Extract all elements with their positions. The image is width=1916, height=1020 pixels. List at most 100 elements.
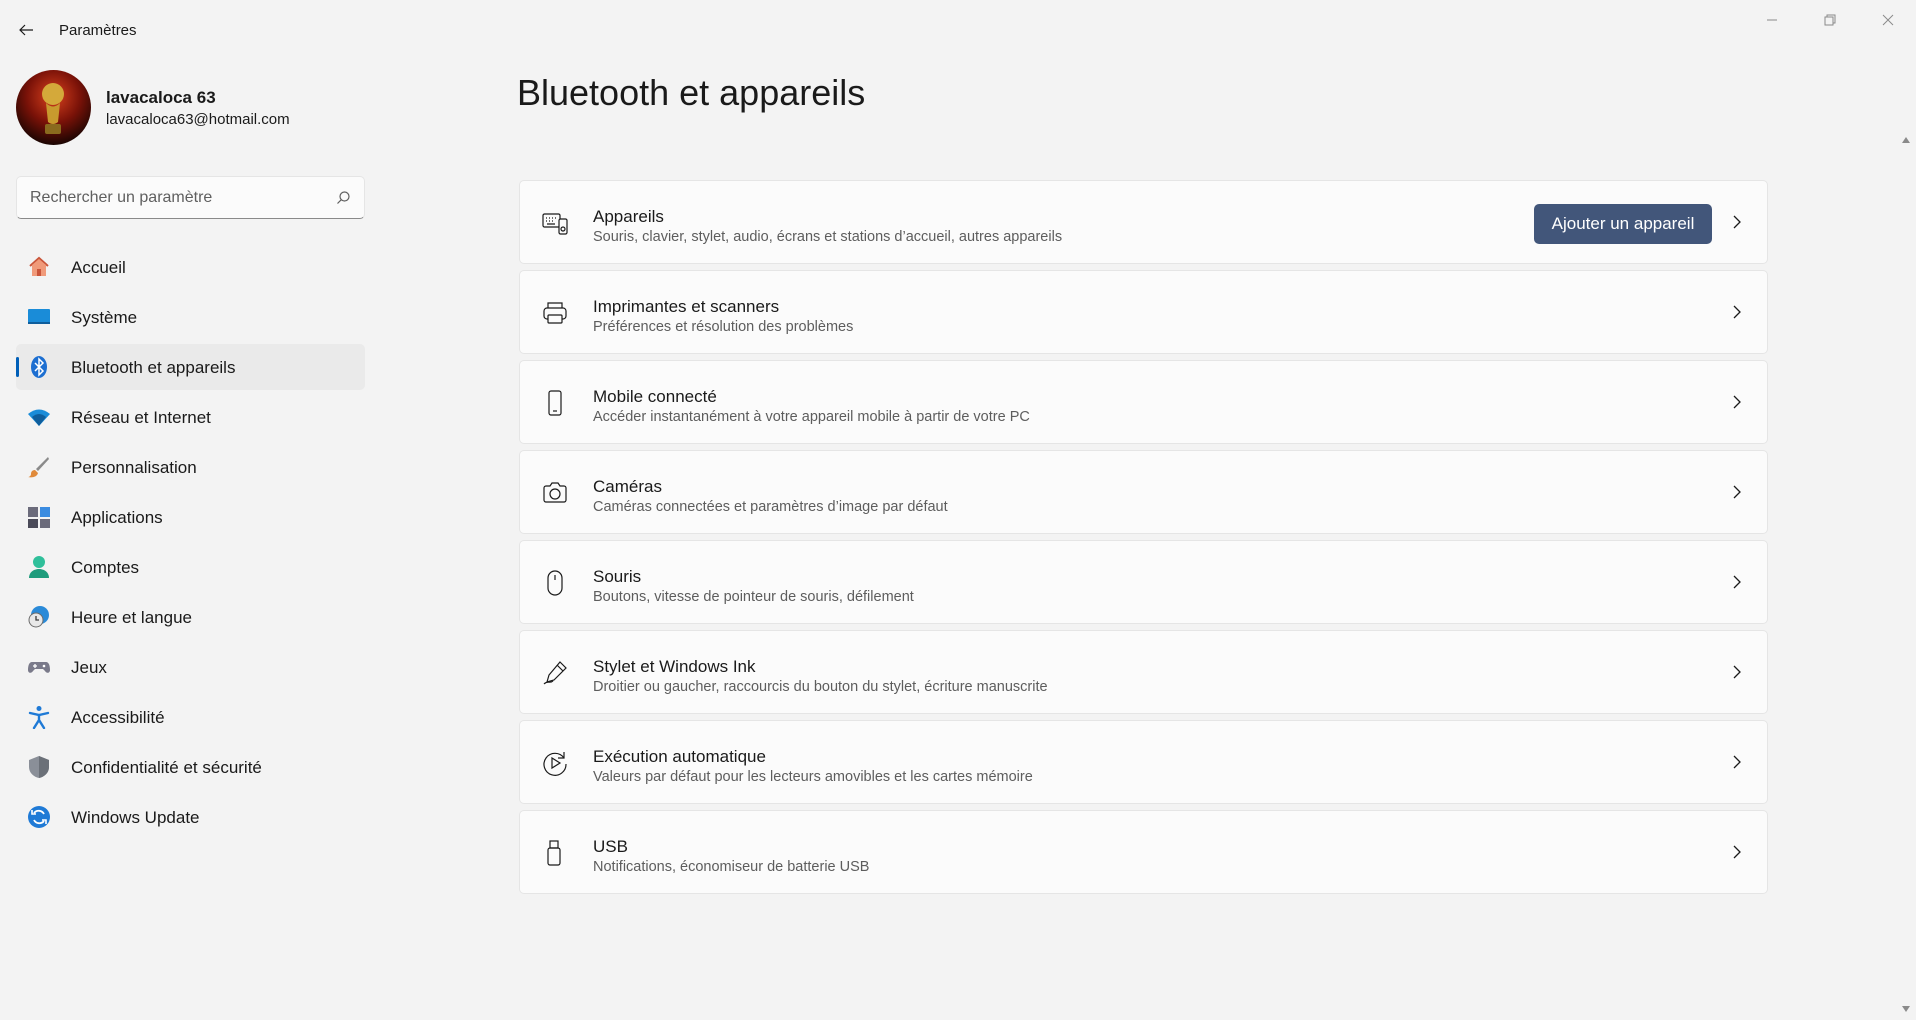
mouse-icon (542, 570, 568, 596)
card-appareils[interactable]: Appareils Souris, clavier, stylet, audio… (519, 180, 1768, 264)
settings-list: Appareils Souris, clavier, stylet, audio… (519, 180, 1768, 900)
accessibility-icon (27, 705, 51, 729)
app-title: Paramètres (59, 22, 137, 39)
sidebar-item-comptes[interactable]: Comptes (16, 544, 365, 590)
close-icon (1882, 14, 1894, 26)
update-icon (27, 805, 51, 829)
camera-icon (542, 480, 568, 506)
bluetooth-icon (27, 355, 51, 379)
chevron-right-icon (1729, 662, 1745, 682)
sidebar-item-label: Accueil (71, 258, 126, 277)
arrow-left-icon (19, 24, 33, 36)
card-usb[interactable]: USB Notifications, économiseur de batter… (519, 810, 1768, 894)
system-icon (27, 305, 51, 329)
chevron-right-icon (1729, 212, 1745, 232)
phone-icon (542, 390, 568, 416)
card-imprimantes[interactable]: Imprimantes et scanners Préférences et r… (519, 270, 1768, 354)
card-subtitle: Valeurs par défaut pour les lecteurs amo… (593, 769, 1033, 785)
sidebar-item-accessibilite[interactable]: Accessibilité (16, 694, 365, 740)
card-mobile-connecte[interactable]: Mobile connecté Accéder instantanément à… (519, 360, 1768, 444)
card-cameras[interactable]: Caméras Caméras connectées et paramètres… (519, 450, 1768, 534)
scroll-down-arrow[interactable] (1900, 1003, 1912, 1015)
chevron-right-icon (1729, 302, 1745, 322)
back-button[interactable] (8, 14, 44, 46)
wifi-icon (27, 405, 51, 429)
card-souris[interactable]: Souris Boutons, vitesse de pointeur de s… (519, 540, 1768, 624)
user-name: lavacaloca 63 (106, 88, 216, 107)
sidebar-nav: Accueil Système Bluetooth et appareils R… (16, 244, 365, 844)
sidebar-item-accueil[interactable]: Accueil (16, 244, 365, 290)
printer-icon (542, 300, 568, 326)
card-title: Imprimantes et scanners (593, 297, 780, 316)
devices-icon (542, 210, 568, 236)
card-title: Caméras (593, 477, 662, 496)
avatar (16, 70, 91, 145)
card-title: Souris (593, 567, 642, 586)
sidebar-item-jeux[interactable]: Jeux (16, 644, 365, 690)
card-stylet-windows-ink[interactable]: Stylet et Windows Ink Droitier ou gauche… (519, 630, 1768, 714)
title-bar: Paramètres (0, 0, 1916, 60)
apps-icon (27, 505, 51, 529)
chevron-right-icon (1729, 482, 1745, 502)
card-title: Appareils (593, 207, 664, 226)
minimize-icon (1767, 19, 1777, 21)
card-title: Stylet et Windows Ink (593, 657, 756, 676)
sidebar-item-label: Système (71, 308, 138, 327)
search-input[interactable] (30, 177, 330, 218)
restore-icon (1824, 14, 1836, 26)
search-box[interactable] (16, 176, 365, 219)
sidebar-item-label: Confidentialité et sécurité (71, 758, 262, 777)
sidebar-item-label: Windows Update (71, 808, 200, 827)
sidebar-item-personnalisation[interactable]: Personnalisation (16, 444, 365, 490)
sidebar-item-bluetooth[interactable]: Bluetooth et appareils (16, 344, 365, 390)
chevron-right-icon (1729, 842, 1745, 862)
close-button[interactable] (1860, 0, 1916, 40)
sidebar-item-label: Accessibilité (71, 708, 165, 727)
user-email: lavacaloca63@hotmail.com (106, 111, 290, 128)
sidebar-item-windows-update[interactable]: Windows Update (16, 794, 365, 840)
sidebar-item-label: Applications (71, 508, 163, 527)
chevron-right-icon (1729, 752, 1745, 772)
minimize-button[interactable] (1744, 0, 1800, 40)
usb-icon (542, 840, 568, 866)
home-icon (27, 255, 51, 279)
shield-icon (27, 755, 51, 779)
account-icon (27, 555, 51, 579)
card-subtitle: Souris, clavier, stylet, audio, écrans e… (593, 229, 1063, 245)
scroll-up-arrow[interactable] (1900, 134, 1912, 146)
card-execution-automatique[interactable]: Exécution automatique Valeurs par défaut… (519, 720, 1768, 804)
sidebar-item-applications[interactable]: Applications (16, 494, 365, 540)
card-title: Exécution automatique (593, 747, 766, 766)
pen-icon (542, 660, 568, 686)
card-subtitle: Préférences et résolution des problèmes (593, 319, 854, 335)
sidebar-item-heure-langue[interactable]: Heure et langue (16, 594, 365, 640)
autoplay-icon (542, 750, 568, 776)
sidebar-item-label: Réseau et Internet (71, 408, 211, 427)
gamepad-icon (27, 655, 51, 679)
sidebar-item-confidentialite[interactable]: Confidentialité et sécurité (16, 744, 365, 790)
chevron-right-icon (1729, 392, 1745, 412)
sidebar-item-label: Personnalisation (71, 458, 197, 477)
card-title: USB (593, 837, 628, 856)
card-subtitle: Accéder instantanément à votre appareil … (593, 409, 1030, 425)
brush-icon (27, 455, 51, 479)
search-icon[interactable] (334, 189, 352, 207)
card-subtitle: Droitier ou gaucher, raccourcis du bouto… (593, 679, 1048, 695)
sidebar-item-label: Bluetooth et appareils (71, 358, 236, 377)
sidebar-item-reseau[interactable]: Réseau et Internet (16, 394, 365, 440)
sidebar-item-label: Jeux (71, 658, 107, 677)
card-subtitle: Caméras connectées et paramètres d’image… (593, 499, 948, 515)
sidebar-item-systeme[interactable]: Système (16, 294, 365, 340)
card-subtitle: Notifications, économiseur de batterie U… (593, 859, 870, 875)
user-profile[interactable]: lavacaloca 63 lavacaloca63@hotmail.com (16, 70, 356, 146)
globe-clock-icon (27, 605, 51, 629)
page-title: Bluetooth et appareils (517, 72, 866, 113)
add-device-button[interactable]: Ajouter un appareil (1534, 204, 1712, 244)
sidebar-item-label: Comptes (71, 558, 140, 577)
card-title: Mobile connecté (593, 387, 717, 406)
sidebar-item-label: Heure et langue (71, 608, 192, 627)
restore-button[interactable] (1802, 0, 1858, 40)
card-subtitle: Boutons, vitesse de pointeur de souris, … (593, 589, 914, 605)
chevron-right-icon (1729, 572, 1745, 592)
avatar-image (16, 70, 91, 145)
